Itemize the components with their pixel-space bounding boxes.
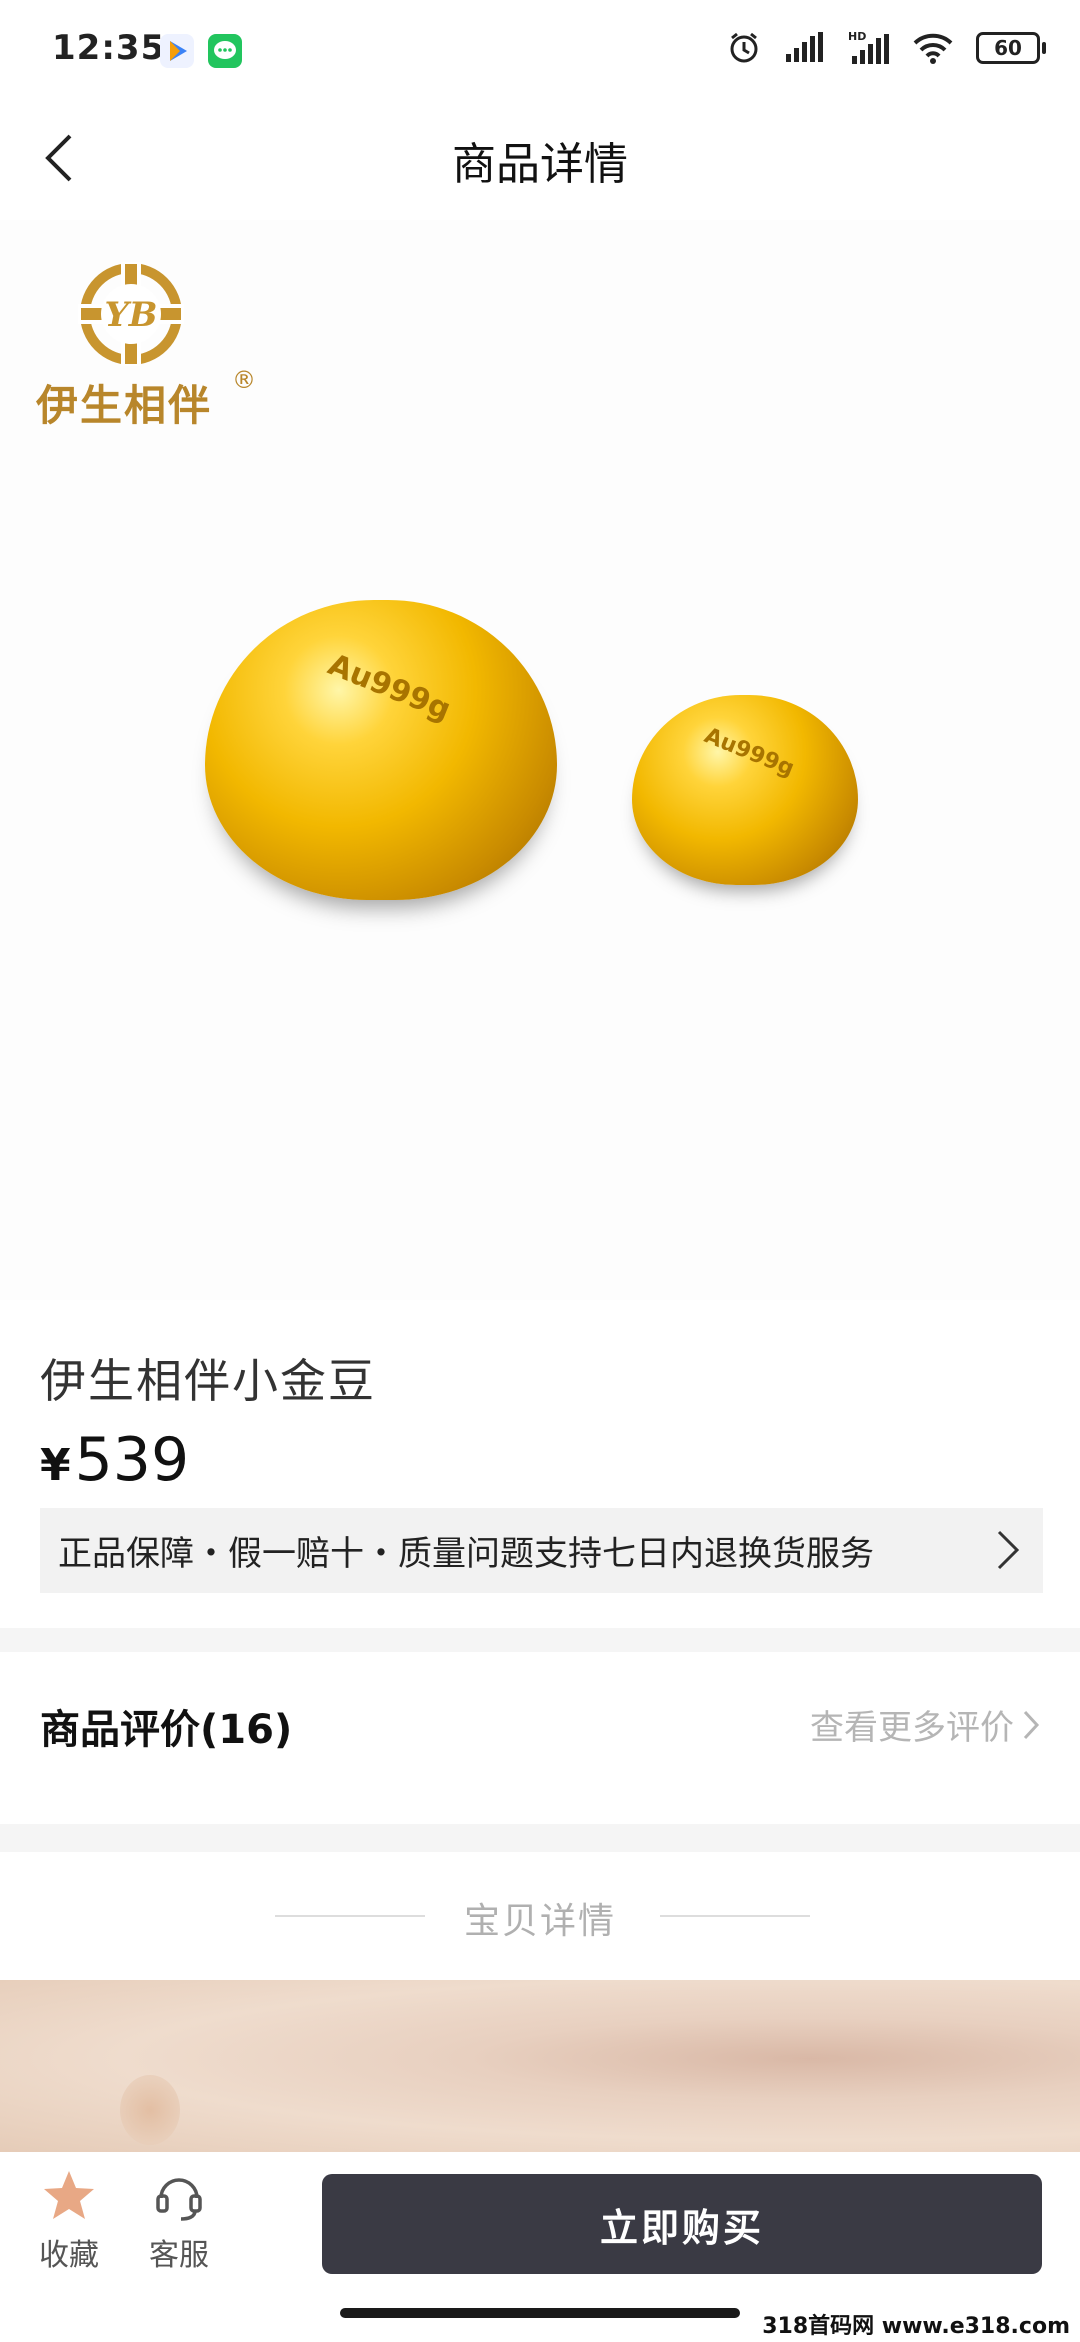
guarantee-text: 正品保障・假一赔十・质量问题支持七日内退换货服务 xyxy=(58,1534,874,1574)
status-indicators: HD 60 xyxy=(726,30,1046,66)
chevron-right-icon xyxy=(1023,1710,1040,1739)
registered-mark: ® xyxy=(232,366,256,394)
price-value: 539 xyxy=(74,1425,190,1495)
buy-now-button[interactable]: 立即购买 xyxy=(322,2174,1042,2274)
decorative-cloud-icon xyxy=(120,2075,180,2145)
customer-service-button[interactable]: 客服 xyxy=(124,2168,234,2274)
alarm-icon xyxy=(730,32,758,63)
home-indicator[interactable] xyxy=(340,2308,740,2318)
section-divider xyxy=(0,1824,1080,1852)
detail-section-label: 宝贝详情 xyxy=(463,1901,616,1942)
play-app-icon xyxy=(160,34,194,68)
more-reviews-label: 查看更多评价 xyxy=(810,1708,1014,1748)
engraving-text: Au999g xyxy=(323,647,456,728)
battery-indicator: 60 xyxy=(976,32,1046,64)
watermark-text: 318首码网 www.e318.com xyxy=(758,2306,1074,2342)
status-time: 12:35 xyxy=(52,28,166,68)
svg-text:YB: YB xyxy=(104,295,157,335)
favorite-button[interactable]: 收藏 xyxy=(14,2168,124,2274)
engraving-text: Au999g xyxy=(700,723,798,782)
page-title: 商品详情 xyxy=(452,139,628,190)
star-icon xyxy=(44,2171,94,2219)
svg-text:HD: HD xyxy=(848,30,866,43)
guarantee-banner[interactable]: 正品保障・假一赔十・质量问题支持七日内退换货服务 xyxy=(40,1508,1043,1593)
service-label: 客服 xyxy=(149,2238,209,2273)
section-divider xyxy=(0,1628,1080,1652)
brand-logo-text: 伊生相伴 xyxy=(36,381,213,430)
favorite-label: 收藏 xyxy=(39,2238,99,2273)
messages-app-icon xyxy=(208,34,242,68)
hd-signal-icon: HD xyxy=(848,30,889,64)
headset-icon xyxy=(156,2178,202,2221)
currency-symbol: ¥ xyxy=(40,1440,71,1491)
reviews-title: 商品评价(16) xyxy=(40,1707,293,1753)
wifi-icon xyxy=(913,33,953,64)
gold-bean-large: Au999g xyxy=(205,600,557,900)
product-price: ¥539 xyxy=(40,1425,189,1495)
gold-bean-small: Au999g xyxy=(632,695,858,885)
signal-icon xyxy=(786,32,823,62)
chevron-right-icon xyxy=(997,1530,1020,1570)
product-name: 伊生相伴小金豆 xyxy=(40,1354,376,1408)
more-reviews-link[interactable]: 查看更多评价 xyxy=(810,1700,1040,1749)
